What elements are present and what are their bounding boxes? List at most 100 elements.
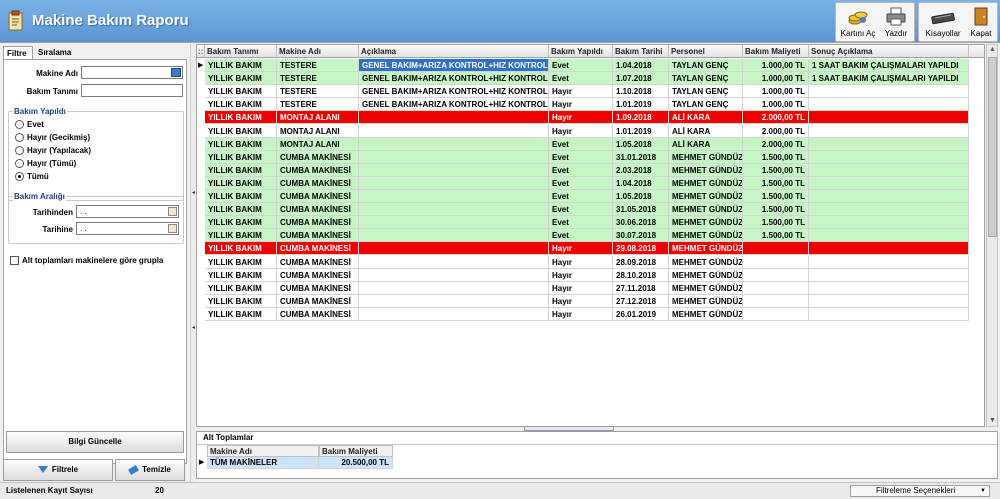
table-cell[interactable]: CUMBA MAKİNESİ (277, 150, 359, 164)
table-cell[interactable]: 1.000,00 TL (743, 98, 809, 112)
table-cell[interactable]: TESTERE (277, 98, 359, 112)
table-cell[interactable] (809, 124, 969, 138)
table-row[interactable]: YILLIK BAKIM CUMBA MAKİNESİ Evet 1.05.2018 M… (197, 190, 974, 203)
table-cell[interactable]: 1.09.2018 (613, 111, 669, 125)
table-cell[interactable]: CUMBA MAKİNESİ (277, 268, 359, 282)
tab-siralama[interactable]: Sıralama (35, 46, 85, 60)
table-cell[interactable] (809, 190, 969, 203)
table-cell[interactable]: CUMBA MAKİNESİ (277, 190, 359, 203)
table-cell[interactable]: YILLIK BAKIM (205, 124, 277, 138)
table-cell[interactable] (359, 150, 549, 164)
table-cell[interactable]: Evet (549, 216, 613, 230)
table-row[interactable]: YILLIK BAKIM MONTAJ ALANI Hayır 1.09.2018 AL… (197, 111, 974, 125)
table-row[interactable]: YILLIK BAKIM CUMBA MAKİNESİ Evet 31.05.2018… (197, 203, 974, 217)
table-row[interactable]: YILLIK BAKIM CUMBA MAKİNESİ Hayır 28.09.201… (197, 255, 974, 269)
table-row[interactable]: YILLIK BAKIM CUMBA MAKİNESİ Hayır 27.11.201… (197, 281, 974, 295)
table-cell[interactable]: 29.08.2018 (613, 242, 669, 256)
table-cell[interactable] (743, 242, 809, 256)
table-cell[interactable]: Evet (549, 163, 613, 177)
temizle-button[interactable]: Temizle (115, 459, 185, 481)
table-cell[interactable]: CUMBA MAKİNESİ (277, 242, 359, 256)
table-cell[interactable]: YILLIK BAKIM (205, 163, 277, 177)
column-header[interactable]: Açıklama (359, 45, 549, 58)
table-cell[interactable]: 1.10.2018 (613, 85, 669, 99)
table-cell[interactable]: YILLIK BAKIM (205, 216, 277, 230)
table-cell[interactable]: MEHMET GÜNDÜZ (669, 163, 743, 177)
table-cell[interactable]: 1.000,00 TL (743, 85, 809, 99)
table-row[interactable]: YILLIK BAKIM CUMBA MAKİNESİ Evet 2.03.2018 M… (197, 163, 974, 177)
table-cell[interactable]: Evet (549, 190, 613, 203)
table-cell[interactable]: MEHMET GÜNDÜZ (669, 281, 743, 295)
table-cell[interactable]: 2.000,00 TL (743, 137, 809, 151)
table-cell[interactable]: YILLIK BAKIM (205, 176, 277, 190)
table-cell[interactable] (743, 307, 809, 321)
table-cell[interactable]: 1.05.2018 (613, 137, 669, 151)
table-cell[interactable]: GENEL BAKIM+ARIZA KONTROL+HIZ KONTROL (359, 72, 549, 86)
table-row[interactable]: YILLIK BAKIM CUMBA MAKİNESİ Hayır 29.08.201… (197, 242, 974, 256)
table-cell[interactable] (809, 85, 969, 99)
table-cell[interactable]: YILLIK BAKIM (205, 268, 277, 282)
radio-button-icon[interactable] (15, 172, 24, 182)
table-cell[interactable]: YILLIK BAKIM (205, 242, 277, 256)
radio-option[interactable]: Hayır (Gecikmiş) (15, 132, 90, 143)
table-cell[interactable] (743, 281, 809, 295)
table-cell[interactable]: 1.500,00 TL (743, 203, 809, 217)
table-cell[interactable] (809, 150, 969, 164)
table-cell[interactable] (359, 163, 549, 177)
bakim-tanimi-input[interactable] (81, 84, 183, 97)
table-cell[interactable]: ALİ KARA (669, 137, 743, 151)
table-cell[interactable]: CUMBA MAKİNESİ (277, 229, 359, 243)
table-cell[interactable]: Evet (549, 150, 613, 164)
table-cell[interactable]: 31.01.2018 (613, 150, 669, 164)
table-cell[interactable]: MEHMET GÜNDÜZ (669, 216, 743, 230)
radio-option[interactable]: Hayır (Tümü) (15, 158, 76, 169)
shortcuts-button[interactable]: Kısayollar (921, 3, 965, 41)
table-cell[interactable]: TAYLAN GENÇ (669, 85, 743, 99)
table-cell[interactable]: MEHMET GÜNDÜZ (669, 255, 743, 269)
table-cell[interactable]: ALİ KARA (669, 111, 743, 125)
table-cell[interactable] (743, 255, 809, 269)
table-row[interactable]: YILLIK BAKIM CUMBA MAKİNESİ Hayır 28.10.201… (197, 268, 974, 282)
table-cell[interactable] (809, 98, 969, 112)
table-cell[interactable]: GENEL BAKIM+ARIZA KONTROL+HIZ KONTROL (359, 98, 549, 112)
table-row[interactable]: YILLIK BAKIM CUMBA MAKİNESİ Evet 31.01.2018… (197, 150, 974, 164)
makine-adi-input[interactable] (81, 66, 183, 79)
table-cell[interactable]: 27.11.2018 (613, 281, 669, 295)
table-cell[interactable]: CUMBA MAKİNESİ (277, 203, 359, 217)
table-cell[interactable]: 28.09.2018 (613, 255, 669, 269)
table-cell[interactable] (809, 307, 969, 321)
table-cell[interactable]: Evet (549, 72, 613, 86)
table-cell[interactable]: Hayır (549, 255, 613, 269)
table-cell[interactable]: YILLIK BAKIM (205, 98, 277, 112)
table-cell[interactable]: 1.01.2019 (613, 98, 669, 112)
radio-button-icon[interactable] (15, 133, 24, 143)
table-cell[interactable]: 1.04.2018 (613, 59, 669, 72)
table-cell[interactable] (809, 216, 969, 230)
table-cell[interactable]: 28.10.2018 (613, 268, 669, 282)
filter-options-dropdown[interactable]: Filtreleme Seçenekleri ▼ (850, 485, 990, 497)
close-button[interactable]: Kapat (965, 3, 997, 41)
column-header[interactable]: Bakım Tarihi (613, 45, 669, 58)
table-cell[interactable] (809, 111, 969, 125)
table-cell[interactable]: YILLIK BAKIM (205, 190, 277, 203)
table-cell[interactable]: Evet (549, 203, 613, 217)
table-row[interactable]: YILLIK BAKIM CUMBA MAKİNESİ Evet 30.07.2018… (197, 229, 974, 243)
table-cell[interactable] (359, 294, 549, 308)
table-cell[interactable]: CUMBA MAKİNESİ (277, 163, 359, 177)
table-cell[interactable] (359, 281, 549, 295)
table-cell[interactable]: MONTAJ ALANI (277, 111, 359, 125)
table-cell[interactable]: 1.000,00 TL (743, 72, 809, 86)
table-cell[interactable]: TESTERE (277, 85, 359, 99)
table-cell[interactable]: Hayır (549, 294, 613, 308)
table-cell[interactable]: Hayır (549, 98, 613, 112)
table-cell[interactable]: 1.000,00 TL (743, 59, 809, 72)
radio-option[interactable]: Hayır (Yapılacak) (15, 145, 91, 156)
table-row[interactable]: YILLIK BAKIM CUMBA MAKİNESİ Evet 1.04.2018 M… (197, 176, 974, 190)
table-cell[interactable]: YILLIK BAKIM (205, 72, 277, 86)
table-cell[interactable]: YILLIK BAKIM (205, 111, 277, 125)
table-cell[interactable]: MEHMET GÜNDÜZ (669, 307, 743, 321)
table-cell[interactable]: GENEL BAKIM+ARIZA KONTROL+HIZ KONTROL (359, 85, 549, 99)
table-cell[interactable] (359, 255, 549, 269)
table-row[interactable]: YILLIK BAKIM CUMBA MAKİNESİ Hayır 26.01.201… (197, 307, 974, 321)
table-cell[interactable]: Hayır (549, 124, 613, 138)
